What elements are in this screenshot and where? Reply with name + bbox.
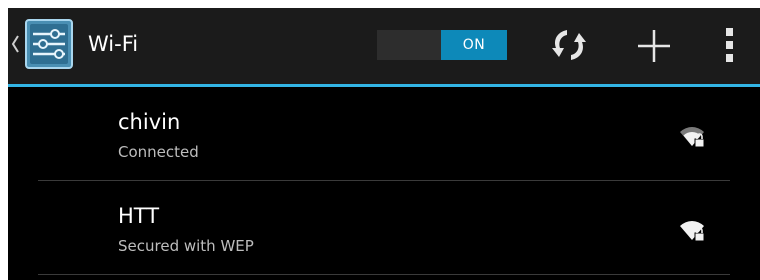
- network-status: Connected: [118, 143, 199, 161]
- page-title: Wi-Fi: [88, 32, 139, 56]
- wifi-settings-screen: Wi-Fi ON chivin Connected HTT Secured wi…: [8, 8, 760, 280]
- network-name: chivin: [118, 110, 181, 134]
- wifi-toggle-state: ON: [441, 30, 507, 60]
- network-name: HTT: [118, 204, 160, 228]
- network-status: Secured with WEP: [118, 237, 254, 255]
- network-item[interactable]: chivin Connected: [8, 87, 760, 181]
- wps-scan-icon[interactable]: [548, 26, 590, 64]
- up-chevron-icon[interactable]: [10, 30, 20, 58]
- add-icon[interactable]: [634, 26, 674, 66]
- wifi-toggle[interactable]: ON: [377, 30, 507, 60]
- wifi-signal-locked-icon: [680, 127, 705, 148]
- network-item[interactable]: HTT Secured with WEP: [8, 181, 760, 275]
- overflow-menu-icon[interactable]: [720, 24, 740, 66]
- wifi-signal-locked-icon: [680, 221, 705, 242]
- settings-sliders-icon[interactable]: [24, 18, 74, 70]
- network-list: chivin Connected HTT Secured with WEP: [8, 87, 760, 275]
- row-divider: [38, 274, 730, 275]
- action-bar: Wi-Fi ON: [8, 8, 760, 84]
